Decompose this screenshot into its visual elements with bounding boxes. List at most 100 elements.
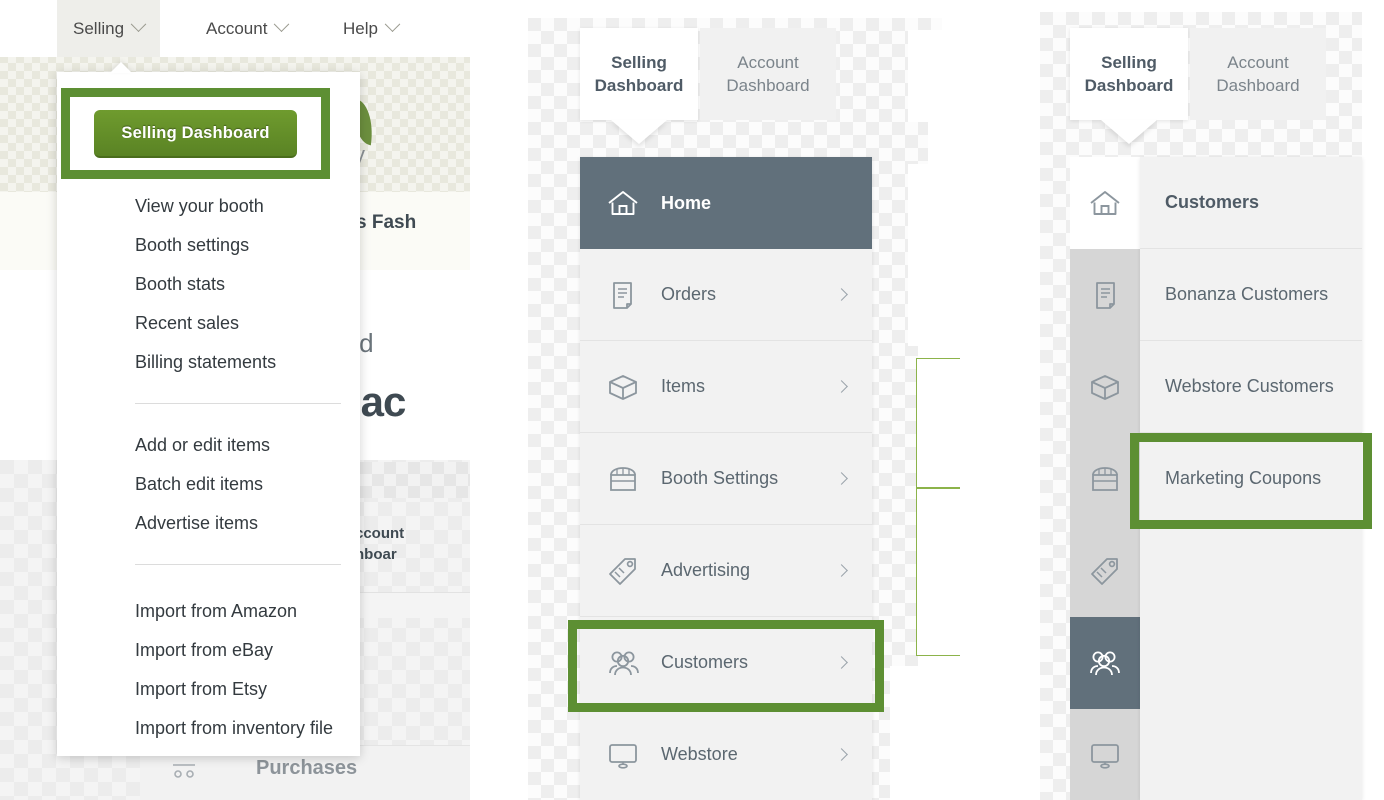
tab-selling-line2: Dashboard — [1084, 76, 1174, 95]
chevron-down-icon — [274, 16, 290, 33]
sidebar-item-customers[interactable]: Customers — [580, 617, 872, 709]
submenu-item-webstore-customers[interactable]: Webstore Customers — [1140, 341, 1362, 433]
rail-item-home[interactable] — [1070, 157, 1140, 249]
rail-item-booth-settings[interactable] — [1070, 433, 1140, 525]
menu-item-import-from-ebay[interactable]: Import from eBay — [135, 640, 273, 661]
nav-help-label: Help — [343, 18, 378, 38]
highlight-box-selling-dashboard: Selling Dashboard — [61, 88, 330, 179]
rail-item-items[interactable] — [1070, 341, 1140, 433]
sidebar-item-label: Booth Settings — [661, 468, 779, 488]
chevron-right-icon — [835, 472, 848, 485]
rail-item-webstore[interactable] — [1070, 709, 1140, 800]
nav-item-account[interactable]: Account — [190, 0, 303, 57]
purchases-cart-icon — [172, 762, 198, 778]
screenshot-stage: y s Fash ard bac ccount hboar Purchases … — [0, 0, 1384, 800]
panel-expanded-sidebar: Selling Dashboard Account Dashboard Home… — [510, 0, 960, 800]
nav-account-label: Account — [206, 18, 268, 38]
sidebar-item-label: Customers — [661, 652, 749, 672]
sidebar-item-advertising[interactable]: Advertising — [580, 525, 872, 617]
background-fragment-dashboard: hboar — [355, 546, 397, 563]
tab-selling-line2: Dashboard — [594, 76, 684, 95]
sidebar-icon-rail — [1070, 157, 1140, 800]
menu-item-import-from-amazon[interactable]: Import from Amazon — [135, 601, 297, 622]
menu-item-advertise-items[interactable]: Advertise items — [135, 513, 258, 534]
menu-item-import-from-etsy[interactable]: Import from Etsy — [135, 679, 267, 700]
nav-selling-label: Selling — [73, 18, 125, 38]
items-box-icon — [1089, 373, 1121, 401]
menu-item-view-your-booth[interactable]: View your booth — [135, 196, 264, 217]
rail-item-customers[interactable] — [1070, 617, 1140, 709]
background-cut-a — [908, 30, 960, 122]
background-fragment-account: ccount — [355, 525, 405, 542]
sidebar-item-label: Advertising — [661, 560, 751, 580]
sidebar-item-items[interactable]: Items — [580, 341, 872, 433]
sidebar-item-webstore[interactable]: Webstore — [580, 709, 872, 800]
sidebar-item-label: Items — [661, 376, 706, 396]
sidebar-item-label: Webstore — [661, 744, 738, 764]
orders-icon — [1090, 280, 1120, 310]
home-icon — [1089, 189, 1121, 217]
tab-account-dashboard[interactable]: Account Dashboard — [1190, 28, 1326, 120]
background-cut-right — [1362, 0, 1384, 800]
tab-account-line1: Account — [737, 53, 799, 72]
tab-selling-line1: Selling — [611, 53, 667, 72]
chevron-down-icon — [384, 16, 401, 33]
background-green-card — [916, 358, 960, 656]
tab-selling-dashboard[interactable]: Selling Dashboard — [1070, 28, 1188, 120]
menu-item-recent-sales[interactable]: Recent sales — [135, 313, 239, 334]
orders-icon — [607, 280, 647, 310]
tab-account-dashboard[interactable]: Account Dashboard — [700, 28, 836, 120]
tab-account-line1: Account — [1227, 53, 1289, 72]
price-tag-icon — [607, 556, 647, 586]
chevron-down-icon — [130, 16, 147, 33]
tab-account-line2: Dashboard — [726, 76, 810, 95]
sidebar-item-label: Home — [661, 192, 712, 213]
monitor-icon — [1089, 741, 1121, 769]
sidebar-item-home[interactable]: Home — [580, 157, 872, 249]
rail-item-orders[interactable] — [1070, 249, 1140, 341]
selling-dashboard-button[interactable]: Selling Dashboard — [94, 110, 297, 158]
tab-selling-line1: Selling — [1101, 53, 1157, 72]
menu-item-add-or-edit-items[interactable]: Add or edit items — [135, 435, 270, 456]
customers-flyout-menu: Customers Bonanza Customers Webstore Cus… — [1140, 157, 1362, 800]
purchases-label: Purchases — [256, 757, 358, 779]
tab-selling-dashboard[interactable]: Selling Dashboard — [580, 28, 698, 120]
nav-item-help[interactable]: Help — [327, 0, 414, 57]
chevron-right-icon — [835, 564, 848, 577]
submenu-item-bonanza-customers[interactable]: Bonanza Customers — [1140, 249, 1362, 341]
menu-item-import-from-inventory-file[interactable]: Import from inventory file — [135, 718, 333, 739]
dropdown-pointer — [110, 62, 132, 73]
submenu-heading: Customers — [1140, 157, 1362, 249]
storefront-icon — [607, 465, 647, 493]
tab-active-notch — [611, 120, 667, 144]
chevron-right-icon — [835, 656, 848, 669]
menu-item-billing-statements[interactable]: Billing statements — [135, 352, 276, 373]
rail-item-advertising[interactable] — [1070, 525, 1140, 617]
background-green-card-divider — [916, 487, 960, 489]
sidebar-item-label: Orders — [661, 284, 717, 304]
items-box-icon — [607, 373, 647, 401]
selling-sidebar: Home Orders Items Booth Settings Adverti… — [580, 157, 872, 800]
panel-selling-menu: y s Fash ard bac ccount hboar Purchases … — [0, 0, 470, 800]
submenu-item-marketing-coupons[interactable]: Marketing Coupons — [1140, 433, 1362, 525]
storefront-icon — [1089, 465, 1121, 493]
monitor-icon — [607, 741, 647, 769]
chevron-right-icon — [835, 288, 848, 301]
menu-divider-1 — [135, 403, 341, 404]
nav-item-selling[interactable]: Selling — [57, 0, 161, 57]
background-cut-b — [928, 122, 960, 164]
people-group-icon — [607, 649, 647, 677]
chevron-right-icon — [835, 748, 848, 761]
menu-item-booth-settings[interactable]: Booth settings — [135, 235, 249, 256]
people-group-icon — [1088, 649, 1122, 677]
sidebar-item-orders[interactable]: Orders — [580, 249, 872, 341]
background-fragment-fashion: s Fash — [356, 212, 417, 233]
panel-customers-submenu: Selling Dashboard Account Dashboard Cust… — [1020, 0, 1384, 800]
menu-item-batch-edit-items[interactable]: Batch edit items — [135, 474, 263, 495]
sidebar-item-booth-settings[interactable]: Booth Settings — [580, 433, 872, 525]
menu-item-booth-stats[interactable]: Booth stats — [135, 274, 225, 295]
tab-active-notch — [1101, 120, 1157, 144]
background-cut-e — [890, 666, 960, 800]
background-cut-c — [908, 164, 960, 346]
menu-divider-2 — [135, 564, 341, 565]
